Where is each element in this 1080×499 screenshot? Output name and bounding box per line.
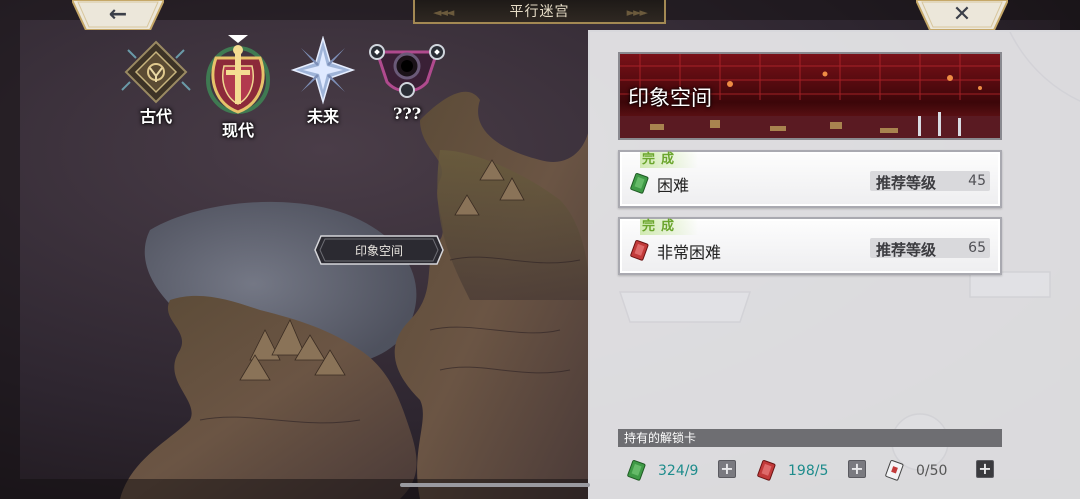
back-arrow-icon: ← <box>108 2 128 27</box>
add-red-card-button[interactable]: + <box>848 460 866 478</box>
special-card-count: 0/50 <box>916 463 948 479</box>
red-unlock-card-icon <box>757 460 776 481</box>
close-button[interactable]: ✕ <box>916 0 1008 30</box>
green-unlock-card-icon <box>630 173 649 194</box>
red-unlock-card-icon <box>630 240 649 261</box>
plus-icon: + <box>850 459 864 478</box>
recommended-level-box: 推荐等级 45 <box>870 171 990 192</box>
modern-crest-icon <box>206 45 270 114</box>
title-ornament-left-icon: ◄◄◄ <box>433 6 454 19</box>
era-label-unknown: ??? <box>392 104 422 123</box>
recommended-level-box: 推荐等级 65 <box>870 238 990 259</box>
difficulty-row-very-hard[interactable]: 完成 非常困难 推荐等级 65 <box>618 217 1002 275</box>
home-indicator-bar[interactable] <box>400 483 590 487</box>
era-tab-unknown[interactable]: ??? <box>367 36 447 136</box>
green-card-count: 324/9 <box>658 463 699 479</box>
special-unlock-card-icon <box>885 460 904 481</box>
recommended-level-label: 推荐等级 <box>876 241 937 259</box>
recommended-level-value: 65 <box>968 240 986 256</box>
completed-badge: 完成 <box>640 152 699 168</box>
red-card-count: 198/5 <box>788 463 829 479</box>
back-button[interactable]: ← <box>72 0 164 30</box>
title-bar: ◄◄◄ 平行迷宫 ►►► <box>413 0 666 24</box>
era-tab-future[interactable]: 未来 <box>283 36 363 136</box>
stage-detail-panel: 印象空间 完成 困难 推荐等级 45 完成 非常困难 推荐等级 65 持有的解锁… <box>588 30 1080 499</box>
page-title: 平行迷宫 <box>509 4 570 20</box>
stage-banner: 印象空间 <box>618 52 1002 140</box>
stage-title: 印象空间 <box>628 86 712 110</box>
difficulty-name: 困难 <box>657 176 690 195</box>
difficulty-name: 非常困难 <box>657 243 722 262</box>
plus-icon: + <box>720 459 734 478</box>
recommended-level-label: 推荐等级 <box>876 174 937 192</box>
title-ornament-right-icon: ►►► <box>626 6 648 19</box>
ancient-crest-icon <box>121 40 191 104</box>
map-location-label: 印象空间 <box>354 243 403 258</box>
close-icon: ✕ <box>952 2 972 27</box>
difficulty-row-hard[interactable]: 完成 困难 推荐等级 45 <box>618 150 1002 208</box>
plus-icon: + <box>978 459 992 478</box>
era-label-future: 未来 <box>306 107 339 126</box>
era-label-modern: 现代 <box>221 121 254 140</box>
owned-unlock-cards-header: 持有的解锁卡 <box>618 429 1002 447</box>
future-star-icon <box>290 36 356 105</box>
era-tab-modern[interactable]: 现代 <box>198 36 278 140</box>
unknown-arc-icon <box>369 44 445 98</box>
era-label-ancient: 古代 <box>139 107 172 126</box>
add-special-card-button[interactable]: + <box>976 460 994 478</box>
green-unlock-card-icon <box>627 460 646 481</box>
completed-badge: 完成 <box>640 219 699 235</box>
map-location-impression-space[interactable]: 印象空间 <box>313 234 445 266</box>
add-green-card-button[interactable]: + <box>718 460 736 478</box>
era-tab-ancient[interactable]: 古代 <box>116 36 196 136</box>
recommended-level-value: 45 <box>968 173 986 189</box>
